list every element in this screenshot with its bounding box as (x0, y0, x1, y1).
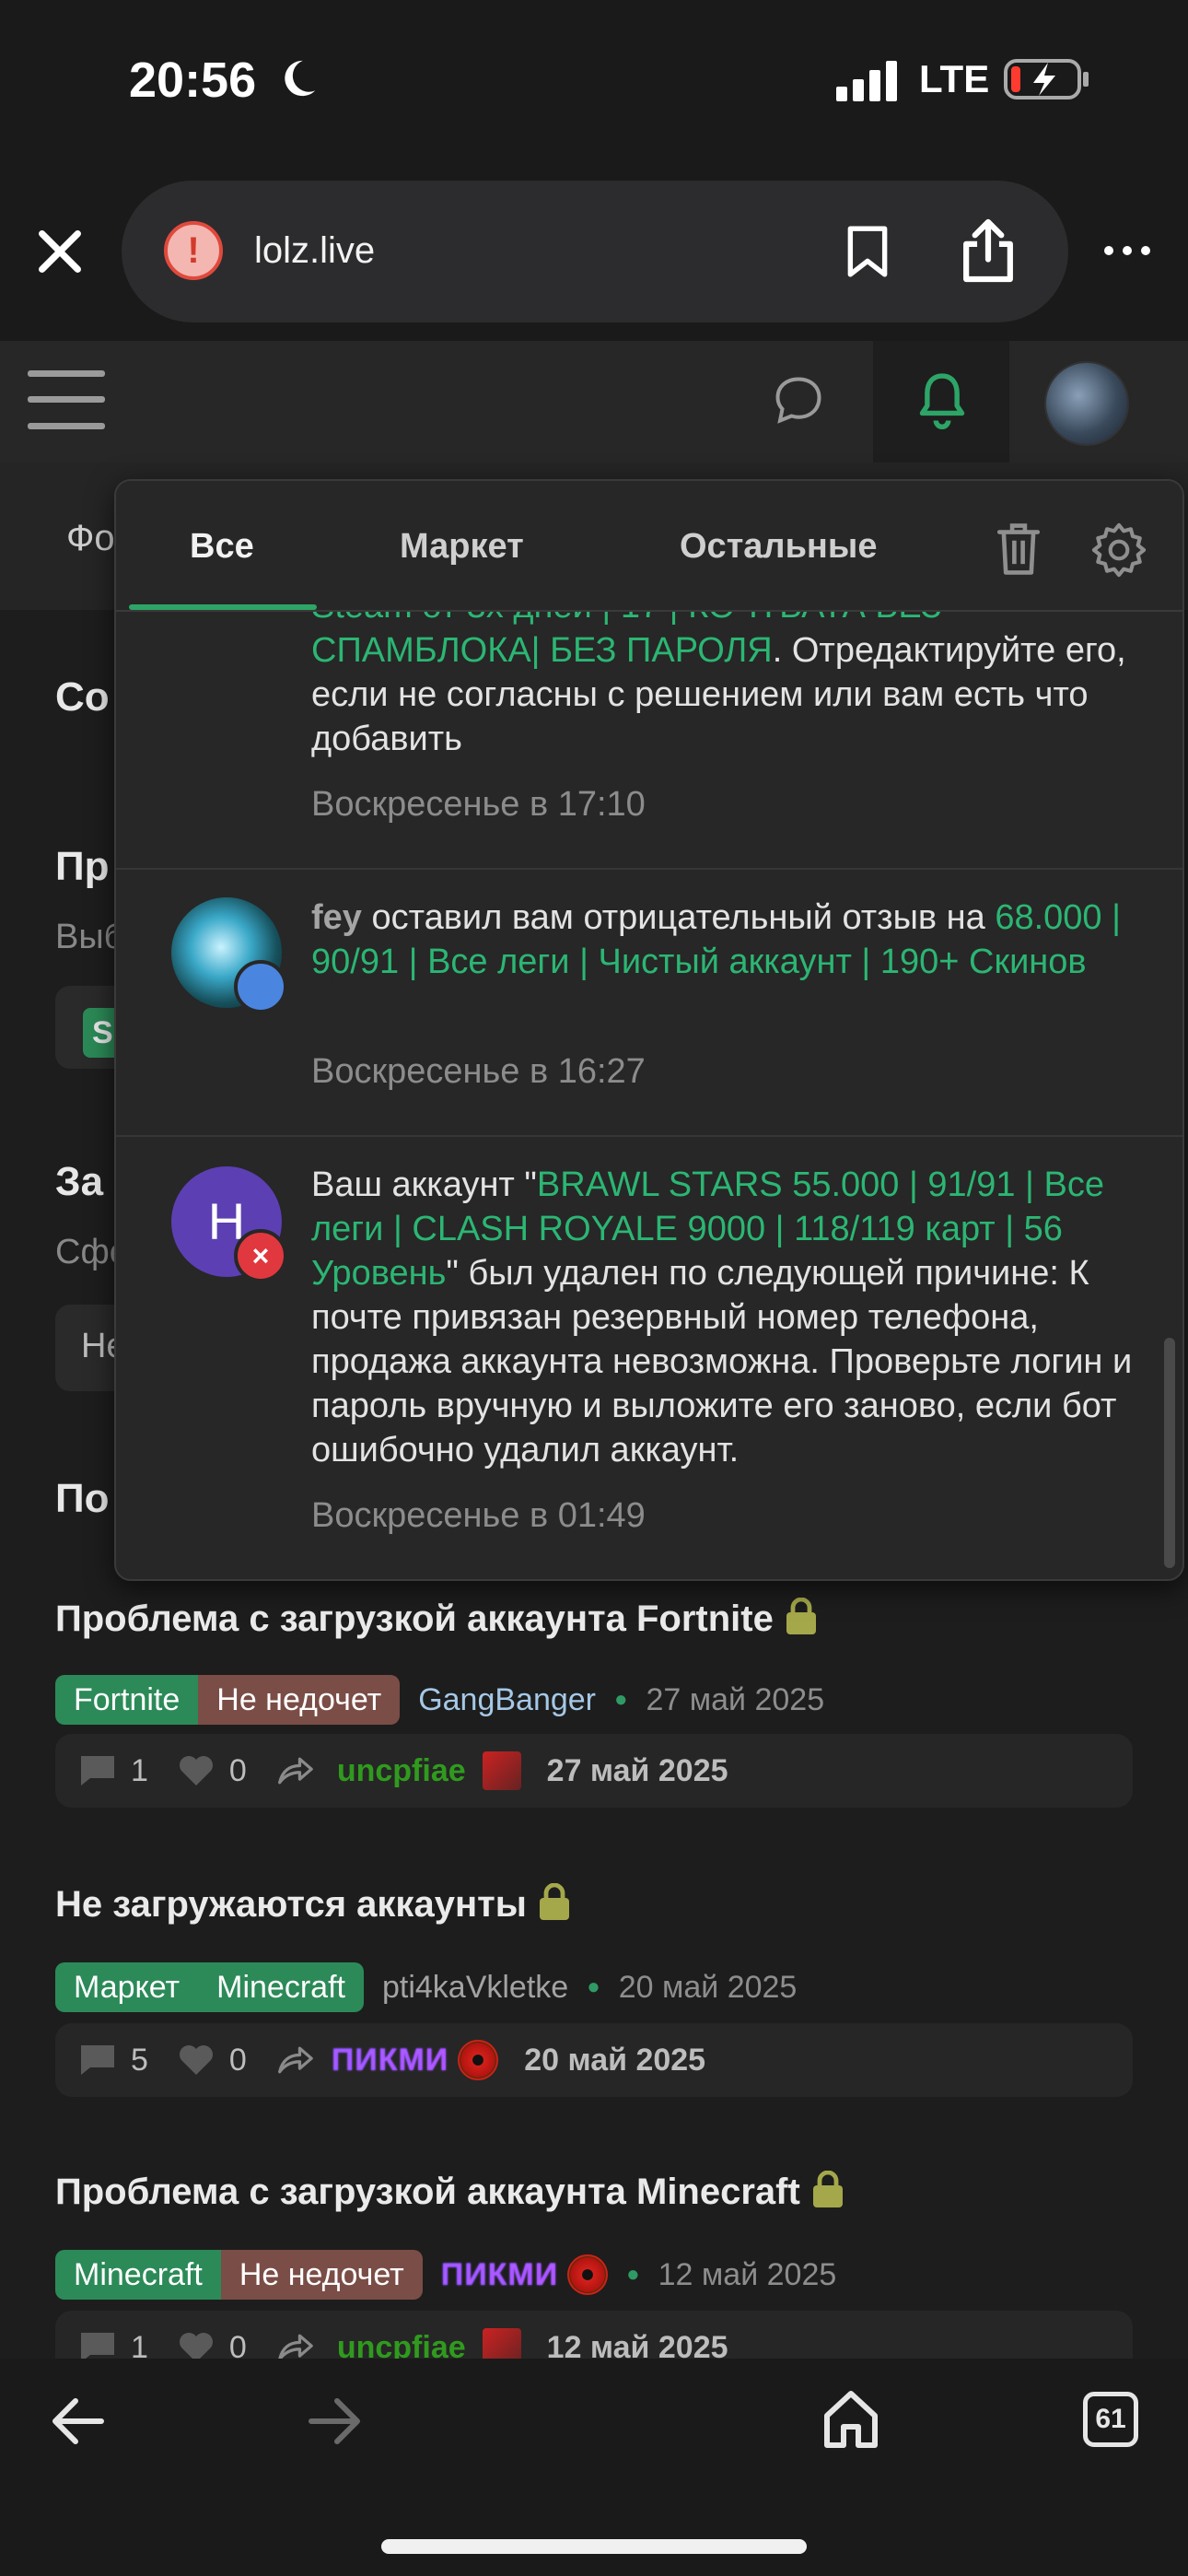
reply-count: 1 (131, 1752, 148, 1788)
like-count: 0 (228, 1752, 247, 1788)
removed-badge-icon: × (234, 1229, 287, 1282)
status-time: 20:56 (129, 53, 257, 108)
moon-icon (285, 60, 316, 97)
comment-icon (81, 1756, 114, 1786)
notification-time: Воскресенье в 01:49 (311, 1496, 646, 1535)
thread-title[interactable]: Проблема с загрузкой аккаунта Fortnite (55, 1598, 818, 1640)
separator-dot: ● (626, 2262, 640, 2287)
thread-stats: 1 0 uncpfiae 27 май 2025 (55, 1734, 1133, 1808)
lock-icon (539, 1883, 569, 1920)
last-reply-user[interactable]: ПИКМИ (332, 2043, 448, 2078)
back-arrow-icon[interactable] (50, 2395, 105, 2447)
notification-user[interactable]: fey (311, 898, 362, 937)
thread-date: 12 май 2025 (658, 2256, 837, 2292)
thread-tag[interactable]: Minecraft (55, 2250, 221, 2300)
thread-author[interactable]: pti4kaVkletke (382, 1970, 568, 2006)
battery-icon (1004, 59, 1089, 100)
tabs-button[interactable]: 61 (1083, 2392, 1138, 2447)
thread-meta: Fortnite Не недочет GangBanger ● 27 май … (55, 1675, 824, 1725)
thread-author[interactable]: ПИКМИ (441, 2257, 558, 2293)
thread-tag[interactable]: Не недочет (220, 2250, 423, 2300)
thread-meta: Маркет Minecraft pti4kaVkletke ● 20 май … (55, 1962, 797, 2012)
share-icon[interactable] (960, 217, 1017, 284)
notification-text: Ваш аккаунт "BRAWL STARS 55.000 | 91/91 … (311, 1165, 1133, 1469)
tab-other[interactable]: Остальные (680, 527, 877, 567)
tab-market[interactable]: Маркет (400, 527, 524, 567)
reply-arrow-icon (277, 2046, 313, 2074)
separator-dot: ● (614, 1687, 628, 1712)
section-title: По (55, 1476, 110, 1521)
reply-count: 5 (131, 2042, 148, 2078)
chat-icon[interactable] (770, 372, 827, 427)
section-title: Пр (55, 844, 110, 889)
menu-icon[interactable] (28, 367, 105, 433)
home-icon[interactable] (821, 2388, 880, 2451)
reply-arrow-icon (277, 1757, 313, 1785)
active-tab-indicator (129, 604, 317, 610)
heart-icon (179, 2045, 213, 2075)
network-type: LTE (919, 57, 990, 100)
heart-icon (179, 1756, 213, 1786)
url-text[interactable]: lolz.live (254, 230, 375, 272)
trash-icon[interactable] (995, 521, 1042, 577)
signal-icon (836, 61, 897, 101)
lock-icon (786, 1598, 816, 1634)
gear-icon[interactable] (1090, 521, 1147, 579)
notification-text: fey оставил вам отрицательный отзыв на 6… (311, 898, 1121, 981)
bell-icon[interactable] (912, 369, 973, 433)
bookmark-icon[interactable] (844, 225, 891, 278)
thread-tag[interactable]: Маркет (55, 1962, 199, 2012)
security-warning-icon[interactable]: ! (164, 221, 223, 280)
scrollbar[interactable] (1164, 1338, 1175, 1568)
user-avatar[interactable] (1044, 361, 1129, 446)
thread-stats: 5 0 ПИКМИ 20 май 2025 (55, 2023, 1133, 2097)
nav-fragment[interactable]: Фо (66, 518, 115, 559)
section-title: Со (55, 674, 110, 720)
user-badge-icon (458, 2040, 499, 2080)
last-reply-user[interactable]: uncpfiae (337, 1753, 466, 1789)
thread-date: 20 май 2025 (618, 1969, 798, 2005)
more-icon[interactable] (1101, 241, 1153, 260)
divider (116, 868, 1182, 870)
thread-title[interactable]: Проблема с загрузкой аккаунта Minecraft (55, 2171, 844, 2213)
thread-date: 27 май 2025 (646, 1681, 825, 1717)
notifications-dropdown: Все Маркет Остальные Steam от 3х дней | … (114, 479, 1184, 1581)
like-count: 0 (228, 2042, 247, 2078)
close-icon[interactable] (33, 225, 87, 278)
lock-icon (812, 2171, 843, 2207)
last-reply-avatar[interactable] (482, 1751, 521, 1790)
user-badge-icon (567, 2254, 609, 2295)
thread-tag[interactable]: Minecraft (198, 1962, 364, 2012)
notification-time: Воскресенье в 17:10 (311, 785, 646, 824)
home-indicator (381, 2539, 807, 2554)
comment-icon (81, 2045, 114, 2075)
thread-meta: Minecraft Не недочет ПИКМИ ● 12 май 2025 (55, 2250, 836, 2300)
thread-title[interactable]: Не загружаются аккаунты (55, 1883, 571, 1926)
tab-all[interactable]: Все (190, 527, 254, 567)
notification-time: Воскресенье в 16:27 (311, 1052, 646, 1091)
review-badge-icon (234, 960, 287, 1013)
site-header (0, 341, 1188, 463)
separator-dot: ● (587, 1974, 600, 1999)
divider (116, 1135, 1182, 1137)
last-reply-date: 27 май 2025 (546, 1752, 728, 1788)
thread-tag[interactable]: Не недочет (198, 1675, 401, 1725)
forward-arrow-icon[interactable] (308, 2395, 363, 2447)
section-title: За (55, 1159, 104, 1204)
last-reply-date: 20 май 2025 (524, 2042, 706, 2078)
thread-author[interactable]: GangBanger (418, 1682, 596, 1718)
notification-tabs: Все Маркет Остальные (116, 481, 1182, 612)
thread-tag[interactable]: Fortnite (55, 1675, 199, 1725)
